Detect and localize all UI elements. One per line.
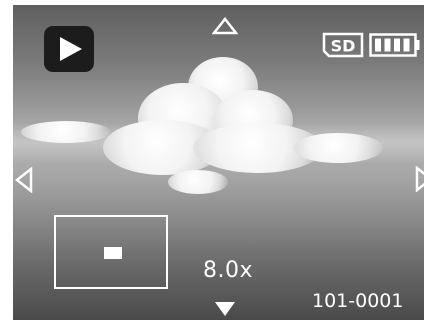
play-triangle-icon bbox=[60, 37, 82, 61]
arrow-right-icon[interactable] bbox=[415, 166, 433, 192]
sd-card-icon: SD bbox=[322, 32, 364, 58]
zoom-viewport-indicator bbox=[104, 247, 122, 259]
arrow-up-icon[interactable] bbox=[212, 17, 238, 35]
play-icon bbox=[44, 26, 94, 72]
arrow-down-icon[interactable] bbox=[214, 301, 236, 317]
sd-card-label: SD bbox=[331, 37, 356, 56]
battery-cell bbox=[394, 38, 400, 52]
battery-full-icon bbox=[369, 33, 420, 57]
battery-cells bbox=[375, 38, 410, 52]
zoom-position-frame bbox=[54, 215, 168, 289]
battery-cell bbox=[403, 38, 410, 52]
camera-playback-screen: SD 8.0x 101-0001 bbox=[0, 0, 436, 320]
battery-cell bbox=[384, 38, 391, 52]
zoom-level-label: 8.0x bbox=[203, 258, 254, 283]
osd-overlay: SD 8.0x 101-0001 bbox=[0, 0, 436, 320]
file-number-label: 101-0001 bbox=[312, 290, 404, 312]
battery-cell bbox=[375, 38, 381, 52]
arrow-left-icon[interactable] bbox=[15, 167, 33, 193]
